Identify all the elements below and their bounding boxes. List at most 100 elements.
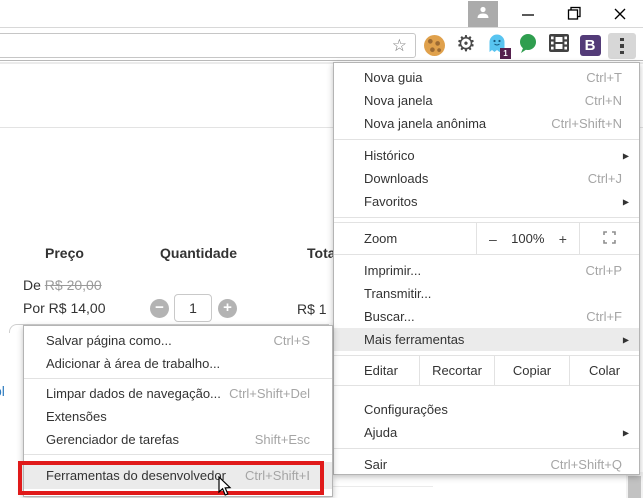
submenu-item-shortcut: Ctrl+Shift+Del xyxy=(229,386,310,401)
menu-item-label: Imprimir... xyxy=(364,263,421,278)
menu-dot xyxy=(620,44,624,48)
submenu-separator xyxy=(24,378,332,379)
new-price: Por R$ 14,00 xyxy=(23,300,106,316)
menu-item-nova-janela[interactable]: Nova janela Ctrl+N xyxy=(334,89,639,112)
submenu-item-extensoes[interactable]: Extensões xyxy=(24,405,332,428)
menu-item-imprimir[interactable]: Imprimir... Ctrl+P xyxy=(334,259,639,282)
menu-item-transmitir[interactable]: Transmitir... xyxy=(334,282,639,305)
menu-item-configuracoes[interactable]: Configurações xyxy=(334,398,639,421)
menu-item-favoritos[interactable]: Favoritos ▶ xyxy=(334,190,639,213)
copy-button[interactable]: Copiar xyxy=(494,356,569,385)
browser-window: Preço Quantidade Total De R$ 20,00 Por R… xyxy=(0,0,643,498)
menu-item-label: Transmitir... xyxy=(364,286,431,301)
menu-item-ajuda[interactable]: Ajuda ▶ xyxy=(334,421,639,444)
menu-item-shortcut: Ctrl+F xyxy=(586,309,622,324)
zoom-label: Zoom xyxy=(334,223,476,254)
submenu-item-salvar-pagina[interactable]: Salvar página como... Ctrl+S xyxy=(24,329,332,352)
bootstrap-b-icon: B xyxy=(580,35,601,56)
zoom-in-button[interactable]: + xyxy=(559,231,567,247)
mouse-cursor-icon xyxy=(218,476,234,498)
zoom-out-button[interactable]: – xyxy=(489,231,497,247)
person-icon xyxy=(476,5,490,24)
menu-item-label: Nova guia xyxy=(364,70,423,85)
page-scrollbar-thumb[interactable] xyxy=(628,476,641,498)
menu-separator xyxy=(334,448,639,449)
fullscreen-icon xyxy=(603,231,616,247)
extension-chat[interactable] xyxy=(516,33,540,57)
fullscreen-button[interactable] xyxy=(579,223,639,254)
chevron-right-icon: ▶ xyxy=(623,428,629,437)
menu-zoom-row: Zoom – 100% + xyxy=(334,222,639,255)
menu-item-label: Buscar... xyxy=(364,309,415,324)
menu-item-nova-guia[interactable]: Nova guia Ctrl+T xyxy=(334,66,639,89)
extension-badge: 1 xyxy=(500,48,511,59)
menu-dot xyxy=(620,38,624,42)
menu-item-historico[interactable]: Histórico ▶ xyxy=(334,144,639,167)
window-titlebar xyxy=(0,0,643,28)
menu-edit-row: Editar Recortar Copiar Colar xyxy=(334,355,639,386)
menu-item-label: Downloads xyxy=(364,171,428,186)
menu-separator xyxy=(334,139,639,140)
menu-item-buscar[interactable]: Buscar... Ctrl+F xyxy=(334,305,639,328)
menu-item-label: Nova janela anônima xyxy=(364,116,486,131)
menu-item-label: Histórico xyxy=(364,148,415,163)
extension-film[interactable] xyxy=(547,33,571,57)
old-price-value: R$ 20,00 xyxy=(45,277,102,293)
column-header-quantity: Quantidade xyxy=(160,245,237,261)
cookie-icon xyxy=(424,35,445,56)
column-header-price: Preço xyxy=(45,245,84,261)
total-value: R$ 1 xyxy=(297,301,327,317)
menu-dot xyxy=(620,51,624,55)
menu-item-nova-janela-anonima[interactable]: Nova janela anônima Ctrl+Shift+N xyxy=(334,112,639,135)
zoom-controls: – 100% + xyxy=(476,223,579,254)
old-price: De R$ 20,00 xyxy=(23,277,102,293)
chrome-menu-button[interactable] xyxy=(608,33,636,59)
menu-separator xyxy=(334,217,639,218)
cut-button[interactable]: Recortar xyxy=(419,356,494,385)
page-link-fragment[interactable]: ol xyxy=(0,383,5,399)
menu-item-shortcut: Ctrl+J xyxy=(588,171,622,186)
submenu-item-shortcut: Shift+Esc xyxy=(255,432,310,447)
extension-settings[interactable]: ⚙ xyxy=(454,33,478,57)
submenu-item-limpar-dados[interactable]: Limpar dados de navegação... Ctrl+Shift+… xyxy=(24,382,332,405)
menu-item-label: Favoritos xyxy=(364,194,417,209)
chevron-right-icon: ▶ xyxy=(623,335,629,344)
address-bar[interactable]: ☆ xyxy=(0,33,416,58)
browser-toolbar: ☆ ⚙ 1 B xyxy=(0,29,643,61)
extension-ghost[interactable]: 1 xyxy=(485,33,509,57)
menu-item-label: Ajuda xyxy=(364,425,397,440)
submenu-separator xyxy=(24,454,332,455)
quantity-input[interactable] xyxy=(174,294,212,322)
bookmark-star-icon[interactable]: ☆ xyxy=(392,35,407,56)
old-price-prefix: De xyxy=(23,277,45,293)
quantity-plus-button[interactable]: + xyxy=(218,299,237,318)
chevron-right-icon: ▶ xyxy=(623,197,629,206)
close-button[interactable] xyxy=(602,0,638,27)
menu-item-mais-ferramentas[interactable]: Mais ferramentas ▶ xyxy=(334,328,639,351)
menu-item-label: Configurações xyxy=(364,402,448,417)
menu-item-sair[interactable]: Sair Ctrl+Shift+Q xyxy=(334,453,639,476)
quantity-minus-button[interactable]: − xyxy=(150,299,169,318)
restore-button[interactable] xyxy=(556,0,592,27)
zoom-level: 100% xyxy=(511,231,544,246)
profile-button[interactable] xyxy=(468,1,498,27)
menu-item-shortcut: Ctrl+P xyxy=(586,263,622,278)
extension-cookie[interactable] xyxy=(422,33,446,57)
submenu-item-label: Extensões xyxy=(46,409,107,424)
chevron-right-icon: ▶ xyxy=(623,151,629,160)
menu-item-downloads[interactable]: Downloads Ctrl+J xyxy=(334,167,639,190)
submenu-item-label: Salvar página como... xyxy=(46,333,172,348)
submenu-item-gerenciador-tarefas[interactable]: Gerenciador de tarefas Shift+Esc xyxy=(24,428,332,451)
minimize-button[interactable] xyxy=(510,0,546,27)
submenu-item-label: Adicionar à área de trabalho... xyxy=(46,356,220,371)
submenu-item-adicionar-area-trabalho[interactable]: Adicionar à área de trabalho... xyxy=(24,352,332,375)
menu-item-label: Sair xyxy=(364,457,387,472)
speech-balloon-icon xyxy=(517,32,539,59)
menu-item-shortcut: Ctrl+T xyxy=(586,70,622,85)
paste-button[interactable]: Colar xyxy=(569,356,639,385)
film-strip-icon xyxy=(549,33,569,58)
submenu-item-shortcut: Ctrl+S xyxy=(274,333,310,348)
minimize-icon xyxy=(521,7,535,21)
extension-bootstrap[interactable]: B xyxy=(578,33,602,57)
menu-item-shortcut: Ctrl+Shift+N xyxy=(551,116,622,131)
